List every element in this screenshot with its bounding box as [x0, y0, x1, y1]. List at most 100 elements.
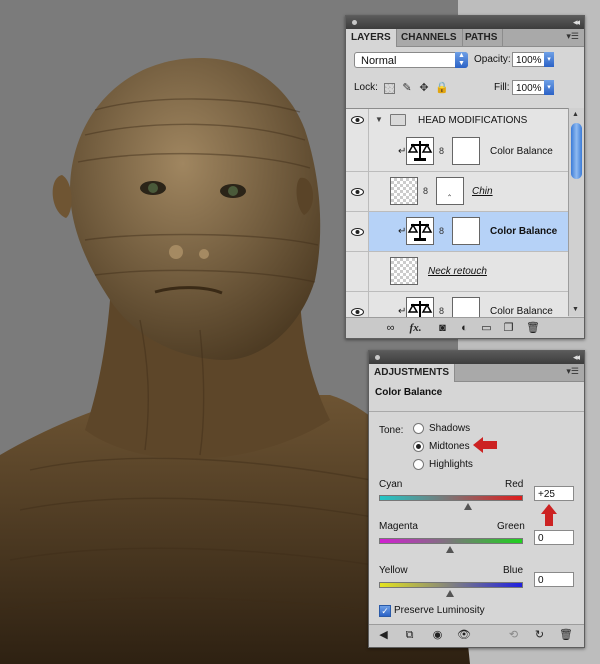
panel-grip-icon[interactable]: [352, 20, 357, 25]
disclosure-triangle-icon[interactable]: ▼: [375, 115, 383, 124]
collapse-panel-icon[interactable]: ◂◂: [573, 352, 580, 363]
layer-row-group[interactable]: ▼ HEAD MODIFICATIONS: [346, 109, 568, 133]
eye-icon[interactable]: [351, 228, 364, 236]
layer-mask-thumbnail[interactable]: [452, 217, 480, 245]
cyan-red-slider[interactable]: [379, 495, 523, 501]
lock-transparency-icon[interactable]: [384, 83, 395, 94]
back-icon[interactable]: ◀: [377, 629, 390, 641]
magenta-green-slider[interactable]: [379, 538, 523, 544]
eye-icon[interactable]: [351, 188, 364, 196]
visibility-toggle[interactable]: [346, 252, 369, 291]
adjustments-footer: ◀ ⧉ ◉ 👁 ⟲ ↻ 🗑: [369, 624, 584, 647]
link-icon[interactable]: ∞: [384, 322, 397, 334]
layer-row[interactable]: ↵ 8 Color Balance: [346, 132, 568, 172]
visibility-toggle[interactable]: [346, 132, 369, 171]
panel-menu-icon[interactable]: ▾☰: [566, 366, 579, 377]
slider-knob[interactable]: [446, 590, 454, 597]
layer-mask-thumbnail[interactable]: [452, 297, 480, 317]
red-label: Red: [505, 479, 524, 490]
radio-shadows[interactable]: [413, 423, 424, 434]
reset-icon[interactable]: ↻: [533, 629, 546, 641]
lock-pixels-icon[interactable]: ✎: [401, 82, 413, 94]
cyan-red-value-field[interactable]: +25: [534, 486, 574, 501]
chain-link-icon[interactable]: 8: [423, 186, 428, 196]
layer-thumbnail[interactable]: [390, 257, 418, 285]
tone-label: Tone:: [379, 425, 404, 436]
scroll-up-icon[interactable]: ▲: [572, 111, 579, 118]
scroll-down-icon[interactable]: ▼: [572, 306, 579, 313]
yellow-blue-value-field[interactable]: 0: [534, 572, 574, 587]
eye-icon[interactable]: [351, 116, 364, 124]
dropdown-arrow-icon[interactable]: ▾: [544, 52, 554, 67]
clip-icon[interactable]: ⧉: [403, 629, 416, 641]
layers-panel-tabs: LAYERS CHANNELS PATHS ▾☰: [346, 29, 584, 47]
layer-name: HEAD MODIFICATIONS: [418, 115, 528, 126]
lock-position-icon[interactable]: ✥: [418, 82, 430, 94]
panel-menu-icon[interactable]: ▾☰: [566, 31, 579, 42]
tab-layers[interactable]: LAYERS: [346, 29, 397, 47]
cyan-red-value: +25: [538, 489, 555, 500]
tab-adjustments[interactable]: ADJUSTMENTS: [369, 364, 456, 382]
preserve-luminosity-label: Preserve Luminosity: [394, 605, 485, 616]
opacity-label: Opacity:: [474, 54, 511, 65]
layer-mask-thumbnail[interactable]: [452, 137, 480, 165]
group-icon[interactable]: ▭: [480, 322, 493, 334]
adjustments-tabs: ADJUSTMENTS ▾☰: [369, 364, 584, 382]
magenta-green-value-field[interactable]: 0: [534, 530, 574, 545]
tab-channels[interactable]: CHANNELS: [396, 29, 463, 46]
dropdown-arrow-icon[interactable]: ▾: [544, 80, 554, 95]
adjustment-balance-icon: [406, 217, 434, 245]
adjustment-icon[interactable]: ◐: [458, 322, 471, 334]
layer-row[interactable]: 8 ‸ Chin: [346, 172, 568, 212]
layers-panel-titlebar[interactable]: ◂◂: [346, 16, 584, 29]
radio-highlights[interactable]: [413, 459, 424, 470]
collapse-panel-icon[interactable]: ◂◂: [573, 17, 580, 28]
blue-label: Blue: [503, 565, 524, 576]
magenta-green-value: 0: [538, 533, 544, 544]
fx-icon[interactable]: fx.: [409, 322, 422, 334]
lock-all-icon[interactable]: 🔒: [435, 82, 449, 94]
panel-grip-icon[interactable]: [375, 355, 380, 360]
adjustments-panel: ◂◂ ADJUSTMENTS ▾☰ Color Balance Tone: Sh…: [368, 350, 585, 648]
visibility-icon[interactable]: 👁: [457, 629, 471, 641]
opacity-field[interactable]: 100% ▾: [512, 52, 554, 67]
layer-list: ▼ HEAD MODIFICATIONS ↵ 8 Color Balance 8…: [346, 108, 568, 318]
annotation-arrow-up: [541, 504, 557, 526]
layer-mask-thumbnail[interactable]: ‸: [436, 177, 464, 205]
select-arrows-icon: ▲ ▼: [455, 52, 468, 68]
visibility-toggle[interactable]: [346, 109, 369, 132]
layer-row[interactable]: Neck retouch: [346, 252, 568, 292]
yellow-blue-slider[interactable]: [379, 582, 523, 588]
tab-paths[interactable]: PATHS: [460, 29, 504, 46]
slider-knob[interactable]: [463, 503, 472, 510]
mask-icon[interactable]: ◙: [436, 322, 449, 334]
visibility-toggle[interactable]: [346, 212, 369, 251]
blend-mode-select[interactable]: Normal ▲ ▼: [354, 52, 468, 68]
visibility-toggle[interactable]: [346, 292, 369, 317]
layer-thumbnail[interactable]: [390, 177, 418, 205]
new-layer-icon[interactable]: ❐: [502, 322, 515, 334]
eye-icon[interactable]: [351, 308, 364, 316]
layer-name: Color Balance: [490, 306, 553, 317]
chain-link-icon[interactable]: 8: [439, 306, 444, 316]
previous-state-icon[interactable]: ⟲: [507, 629, 520, 641]
trash-icon[interactable]: 🗑: [559, 629, 573, 641]
layer-row-selected[interactable]: ↵ 8 Color Balance: [346, 212, 568, 252]
layers-scrollbar[interactable]: ▲ ▼: [568, 108, 584, 316]
preserve-luminosity-checkbox[interactable]: ✓: [379, 605, 391, 617]
visibility-toggle[interactable]: [346, 172, 369, 211]
layer-row[interactable]: ↵ 8 Color Balance: [346, 292, 568, 318]
opacity-value: 100%: [516, 55, 542, 66]
trash-icon[interactable]: 🗑: [526, 322, 540, 334]
chain-link-icon[interactable]: 8: [439, 226, 444, 236]
yellow-label: Yellow: [379, 565, 408, 576]
chain-link-icon[interactable]: 8: [439, 146, 444, 156]
layers-panel: ◂◂ LAYERS CHANNELS PATHS ▾☰ Normal ▲ ▼ Op…: [345, 15, 585, 339]
fill-field[interactable]: 100% ▾: [512, 80, 554, 95]
scroll-thumb[interactable]: [571, 123, 582, 179]
adjustments-titlebar[interactable]: ◂◂: [369, 351, 584, 364]
eye-mask-icon[interactable]: ◉: [431, 629, 444, 641]
slider-knob[interactable]: [446, 546, 454, 553]
green-label: Green: [497, 521, 525, 532]
radio-midtones[interactable]: [413, 441, 424, 452]
